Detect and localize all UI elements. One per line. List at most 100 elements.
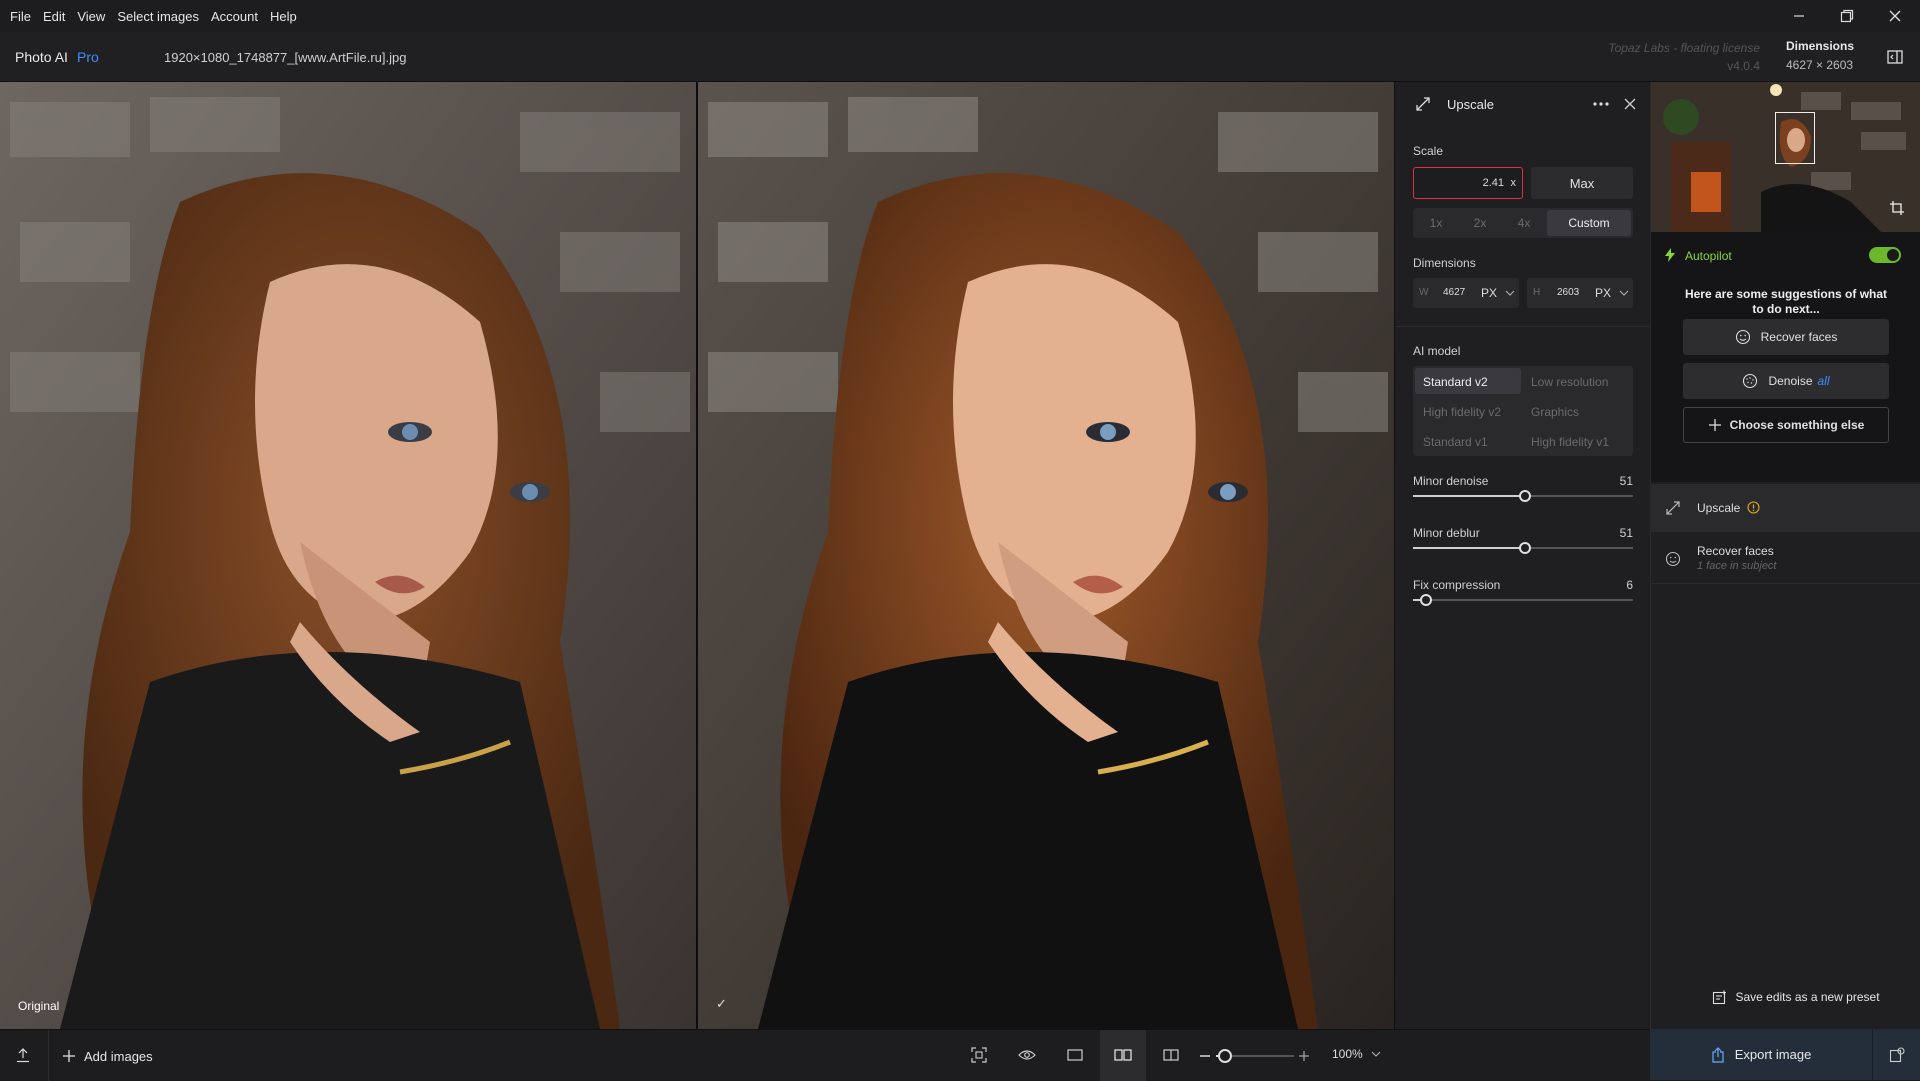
app-header: Photo AI Pro 1920×1080_1748877_[www.ArtF… (0, 32, 1920, 82)
single-view-button[interactable] (1060, 1040, 1090, 1070)
menu-edit[interactable]: Edit (33, 9, 65, 24)
preset-custom[interactable]: Custom (1547, 210, 1631, 236)
suggestion-label: Denoise (1768, 374, 1813, 388)
add-images-label: Add images (84, 1048, 153, 1064)
license-text: Topaz Labs - floating license (1608, 41, 1760, 55)
minimize-button[interactable] (1776, 0, 1822, 32)
filter-item-upscale[interactable]: Upscale (1651, 484, 1920, 532)
model-high-fidelity-v1[interactable]: High fidelity v1 (1531, 435, 1609, 449)
split-view-button[interactable] (1156, 1040, 1186, 1070)
toggle-panel-button[interactable] (1880, 42, 1910, 72)
restore-button[interactable] (1824, 0, 1870, 32)
save-preset-button[interactable]: Save edits as a new preset (1691, 982, 1901, 1012)
suggest-recover-faces-button[interactable]: Recover faces (1683, 319, 1889, 355)
original-label: Original (18, 999, 60, 1013)
minor-deblur-slider[interactable]: Minor deblur 51 (1413, 526, 1633, 566)
minor-denoise-slider[interactable]: Minor denoise 51 (1413, 474, 1633, 514)
model-standard-v1[interactable]: Standard v1 (1423, 435, 1488, 449)
upscale-icon (1416, 97, 1430, 111)
model-low-resolution[interactable]: Low resolution (1531, 375, 1608, 389)
export-image-button[interactable]: Export image (1650, 1029, 1872, 1080)
model-high-fidelity-v2[interactable]: High fidelity v2 (1423, 405, 1501, 419)
height-unit[interactable]: PX (1595, 286, 1611, 300)
zoom-out-icon[interactable] (1200, 1055, 1210, 1057)
slider-thumb[interactable] (1420, 594, 1433, 606)
choose-something-else-button[interactable]: Choose something else (1683, 407, 1889, 443)
preview-image[interactable] (698, 82, 1394, 1029)
slider-thumb[interactable] (1519, 542, 1532, 554)
slider-thumb[interactable] (1519, 490, 1532, 502)
max-button[interactable]: Max (1531, 167, 1633, 199)
side-by-side-view-button[interactable] (1100, 1030, 1146, 1081)
file-name: 1920×1080_1748877_[www.ArtFile.ru].jpg (164, 50, 407, 65)
filter-item-recover-faces[interactable]: Recover faces 1 face in subject (1651, 534, 1920, 584)
crop-icon[interactable] (1889, 200, 1905, 216)
width-unit[interactable]: PX (1481, 286, 1497, 300)
suggestion-extra: all (1817, 374, 1830, 388)
zoom-slider-thumb[interactable] (1218, 1049, 1232, 1063)
side-by-side-icon (1114, 1049, 1132, 1061)
menu-help[interactable]: Help (260, 9, 297, 24)
slider-label: Minor deblur (1413, 526, 1480, 540)
menu-view[interactable]: View (67, 9, 105, 24)
add-images-button[interactable]: Add images (62, 1042, 153, 1070)
scale-input[interactable]: 2.41 x (1413, 167, 1523, 199)
restore-icon (1840, 9, 1854, 23)
close-window-button[interactable] (1872, 0, 1918, 32)
zoom-value: 100% (1332, 1047, 1363, 1061)
model-standard-v2[interactable]: Standard v2 (1415, 368, 1521, 394)
more-options-button[interactable] (1589, 93, 1613, 115)
zoom-in-icon[interactable] (1298, 1050, 1310, 1062)
divider (1395, 326, 1651, 327)
filter-sublabel: 1 face in subject (1697, 560, 1777, 572)
height-value: 2603 (1557, 287, 1580, 298)
face-icon (1735, 329, 1750, 345)
slider-fill (1413, 495, 1526, 497)
slider-value: 51 (1619, 474, 1633, 488)
export-bar: Export image (1650, 1029, 1920, 1080)
upload-button[interactable] (8, 1040, 38, 1070)
menu-file[interactable]: File (0, 9, 31, 24)
menu-bar: File Edit View Select images Account Hel… (0, 0, 1920, 32)
preset-2x[interactable]: 2x (1467, 216, 1493, 230)
height-field[interactable]: H 2603 PX (1527, 278, 1633, 308)
panel-toggle-icon (1887, 50, 1903, 64)
menu-select-images[interactable]: Select images (107, 9, 199, 24)
focus-view-button[interactable] (964, 1040, 994, 1070)
image-viewer[interactable]: Original ✓ (0, 82, 1394, 1029)
close-panel-button[interactable] (1619, 93, 1641, 115)
slider-value: 6 (1626, 578, 1633, 592)
width-field[interactable]: W 4627 PX (1413, 278, 1519, 308)
suggest-denoise-button[interactable]: Denoise all (1683, 363, 1889, 399)
scale-unit: x (1510, 177, 1517, 189)
slider-fill (1413, 547, 1526, 549)
menu-account[interactable]: Account (201, 9, 258, 24)
fix-compression-slider[interactable]: Fix compression 6 (1413, 578, 1633, 618)
navigator-thumbnail[interactable] (1651, 82, 1920, 232)
export-settings-button[interactable] (1873, 1029, 1920, 1080)
app-name: Photo AI (15, 49, 68, 65)
dimensions-label: Dimensions (1786, 39, 1855, 53)
preset-1x[interactable]: 1x (1423, 216, 1449, 230)
bottom-toolbar: Add images 100% (0, 1029, 1650, 1081)
more-icon (1593, 102, 1609, 106)
navigator-viewport[interactable] (1775, 112, 1815, 164)
suggestion-label: Recover faces (1760, 330, 1838, 344)
preset-icon (1713, 990, 1727, 1004)
model-graphics[interactable]: Graphics (1531, 405, 1579, 419)
export-label: Export image (1734, 1047, 1812, 1062)
chevron-down-icon (1619, 290, 1629, 296)
ai-model-label: AI model (1413, 344, 1461, 358)
preview-toggle-button[interactable] (1012, 1040, 1042, 1070)
close-icon (1889, 10, 1901, 22)
app-tier: Pro (77, 49, 99, 65)
scale-label: Scale (1413, 144, 1444, 158)
dimensions-value: 4627 × 2603 (1786, 58, 1854, 72)
preset-4x[interactable]: 4x (1511, 216, 1537, 230)
warning-info-icon (1747, 501, 1760, 514)
zoom-level-dropdown[interactable]: 100% (1332, 1047, 1381, 1061)
single-view-icon (1067, 1049, 1083, 1061)
original-image[interactable] (0, 82, 696, 1029)
chevron-down-icon (1505, 290, 1515, 296)
autopilot-toggle[interactable] (1869, 247, 1901, 263)
